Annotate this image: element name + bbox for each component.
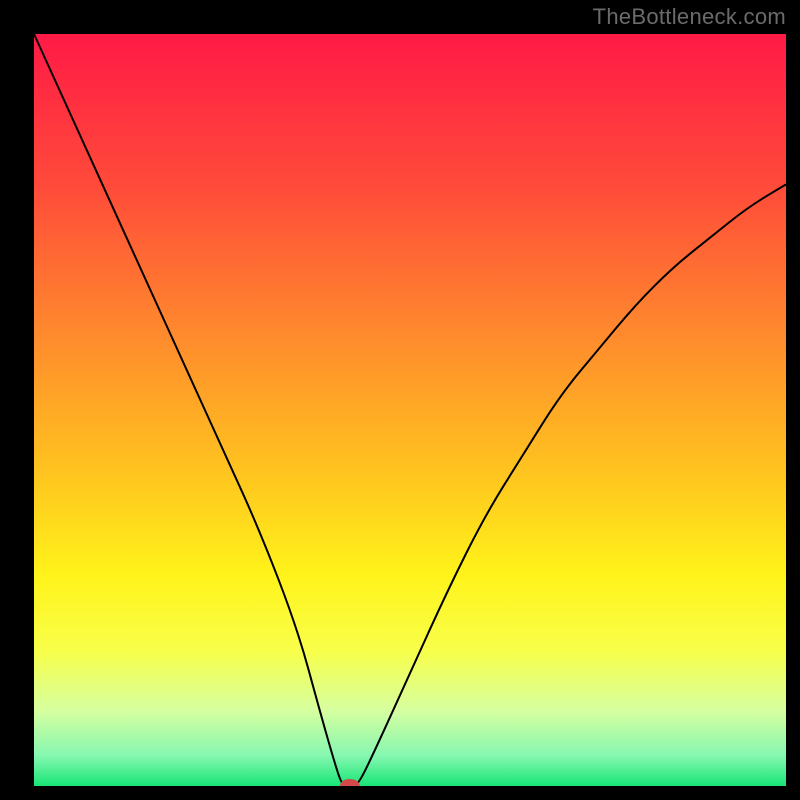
frame-bottom	[0, 786, 800, 800]
chart-container: TheBottleneck.com	[0, 0, 800, 800]
watermark-text: TheBottleneck.com	[593, 4, 786, 30]
frame-right	[786, 0, 800, 800]
frame-left	[0, 0, 34, 800]
bottleneck-plot	[0, 0, 800, 800]
